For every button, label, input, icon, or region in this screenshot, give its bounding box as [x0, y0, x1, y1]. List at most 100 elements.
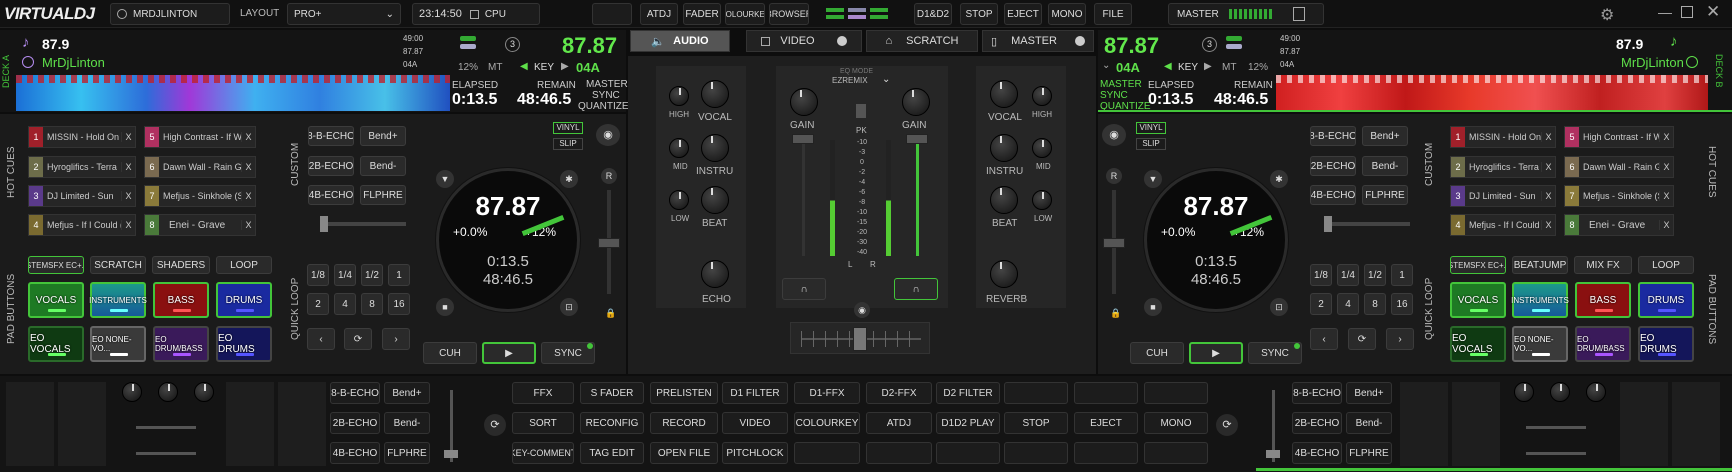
- hot-cue-1-b[interactable]: 1 MISSIN - Hold On X: [1450, 126, 1556, 148]
- deck-a-cue-button[interactable]: CUH: [423, 342, 477, 364]
- colourkey-bottom-button[interactable]: COLOURKEY: [794, 412, 860, 434]
- pad-eo-vocals[interactable]: EO VOCALS: [28, 326, 84, 362]
- blank-button-r3f[interactable]: [1144, 442, 1208, 464]
- tab-video[interactable]: VIDEO: [746, 30, 862, 52]
- bottom-bend-minus[interactable]: Bend-: [384, 412, 430, 434]
- deck-a-mid-knob[interactable]: [669, 138, 689, 158]
- master-toggle-icon[interactable]: [1074, 36, 1085, 46]
- browser-button[interactable]: BROWSER: [769, 3, 809, 25]
- bottom-knob-1[interactable]: [122, 382, 142, 402]
- mono-bottom-button[interactable]: MONO: [1144, 412, 1208, 434]
- echo-8b-button[interactable]: 8-B-ECHO: [308, 126, 354, 146]
- deck-b-volume-fader[interactable]: [906, 134, 928, 144]
- loop-16-b[interactable]: 16: [1391, 293, 1413, 315]
- pad-instruments-b[interactable]: INSTRUMENTS: [1511, 282, 1569, 318]
- crossfader-eye-icon[interactable]: ◉: [854, 302, 870, 318]
- bottom-bend-minus-b[interactable]: Bend-: [1346, 412, 1392, 434]
- pad-eo-drumbass-b[interactable]: EO DRUM/BASS: [1575, 326, 1631, 362]
- pad-vocals[interactable]: VOCALS: [28, 282, 84, 318]
- deck-a-volume-fader[interactable]: [792, 134, 814, 144]
- echo-4b-button[interactable]: 4B-ECHO: [308, 185, 354, 205]
- deck-b-slip-toggle[interactable]: SLIP: [1136, 138, 1166, 150]
- deck-select-indicator[interactable]: [826, 6, 906, 22]
- open-file-button[interactable]: OPEN FILE: [650, 442, 718, 464]
- close-icon[interactable]: X: [241, 220, 255, 230]
- deck-b-instru-knob[interactable]: [990, 134, 1018, 162]
- close-icon[interactable]: X: [121, 220, 135, 230]
- deck-a-pitch-fader[interactable]: [598, 238, 620, 248]
- minimize-icon[interactable]: —: [1658, 4, 1672, 20]
- filter-icon[interactable]: ▼: [436, 170, 454, 188]
- atdj-button[interactable]: ATDJ: [640, 3, 678, 25]
- deck-a-echo-knob[interactable]: [701, 260, 729, 288]
- blank-button-r1b[interactable]: [1074, 382, 1138, 404]
- pad-page-beatjump[interactable]: BEATJUMP: [1512, 256, 1568, 274]
- bottom-slider-2[interactable]: [136, 452, 196, 455]
- close-icon[interactable]: X: [1659, 132, 1673, 142]
- d1d2-play-button[interactable]: D1D2 PLAY: [936, 412, 1000, 434]
- custom-slider-b[interactable]: [1324, 216, 1410, 232]
- pad-drums-b[interactable]: DRUMS: [1638, 282, 1694, 318]
- bottom-echo-8b[interactable]: 8-B-ECHO: [330, 382, 380, 404]
- master-headphone-icon[interactable]: [856, 104, 866, 118]
- bottom-volume-slider[interactable]: [444, 390, 458, 462]
- d1-ffx-button[interactable]: D1-FFX: [794, 382, 860, 404]
- deck-a-sync-flag[interactable]: SYNC: [592, 90, 620, 101]
- loop-double-button-b[interactable]: ›: [1386, 328, 1414, 350]
- tab-scratch[interactable]: ⌂ SCRATCH: [866, 30, 978, 52]
- pad-page-select[interactable]: STEMSFX EC+..: [28, 256, 84, 274]
- filter-icon[interactable]: ▼: [1144, 170, 1162, 188]
- deck-a-key-down[interactable]: ◀: [520, 61, 528, 72]
- chevron-down-icon[interactable]: ⌄: [882, 74, 890, 85]
- deck-b-play-button[interactable]: ▶: [1189, 342, 1243, 364]
- pad-page-select-b[interactable]: STEMSFX EC+..: [1450, 256, 1506, 274]
- blank-button-r1a[interactable]: [1004, 382, 1068, 404]
- bottom-bend-plus-b[interactable]: Bend+: [1346, 382, 1392, 404]
- echo-2b-button[interactable]: 2B-ECHO: [308, 156, 354, 176]
- d2-filter-button[interactable]: D2 FILTER: [936, 382, 1000, 404]
- deck-a-jog-wheel[interactable]: 87.87 +0.0% +12% 0:13.5 48:46.5: [436, 168, 580, 312]
- blank-button-r3d[interactable]: [1004, 442, 1068, 464]
- bend-minus-button[interactable]: Bend-: [360, 156, 406, 176]
- close-icon[interactable]: X: [241, 162, 255, 172]
- blank-button-r3c[interactable]: [936, 442, 1000, 464]
- bottom-flphre[interactable]: FLPHRE: [384, 442, 430, 464]
- pad-bass[interactable]: BASS: [153, 282, 209, 318]
- loop-8-b[interactable]: 8: [1364, 293, 1386, 315]
- stop-square-icon[interactable]: ■: [436, 298, 454, 316]
- blank-top-button[interactable]: [592, 3, 632, 25]
- deck-b-low-knob[interactable]: [1032, 190, 1052, 210]
- deck-b-reverb-knob[interactable]: [990, 260, 1018, 288]
- gear-icon[interactable]: ⚙: [1600, 5, 1614, 25]
- deck-b-key-up[interactable]: ▶: [1204, 61, 1212, 72]
- bottom-knob-4[interactable]: [1514, 382, 1534, 402]
- blank-button-r1c[interactable]: [1144, 382, 1208, 404]
- hot-cue-4-b[interactable]: 4 Mefjus - If I Could (...X: [1450, 214, 1556, 236]
- reconfig-button[interactable]: RECONFIG: [580, 412, 644, 434]
- pad-eo-drums[interactable]: EO DRUMS: [216, 326, 272, 362]
- loop-16[interactable]: 16: [388, 293, 410, 315]
- deck-a-master-flag[interactable]: MASTER: [586, 79, 628, 90]
- deck-a-pitch-reset[interactable]: R: [601, 168, 617, 184]
- d2-ffx-button[interactable]: D2-FFX: [866, 382, 932, 404]
- close-icon[interactable]: X: [1659, 220, 1673, 230]
- bottom-knob-3[interactable]: [194, 382, 214, 402]
- loop-1-4-b[interactable]: 1/4: [1337, 264, 1359, 286]
- loop-double-button[interactable]: ›: [382, 328, 410, 350]
- pad-instruments[interactable]: INSTRUMENTS: [89, 282, 147, 318]
- prelisten-button[interactable]: PRELISTEN: [650, 382, 718, 404]
- deck-b-vocal-knob[interactable]: [990, 80, 1018, 108]
- deck-b-key-dropdown-icon[interactable]: ⌄: [1102, 60, 1110, 71]
- deck-b-vinyl-toggle[interactable]: VINYL: [1136, 122, 1166, 134]
- deck-a-play-button[interactable]: ▶: [482, 342, 536, 364]
- stop-bottom-button[interactable]: STOP: [1004, 412, 1068, 434]
- loop-1-2[interactable]: 1/2: [361, 264, 383, 286]
- flphre-button[interactable]: FLPHRE: [360, 185, 406, 205]
- deck-b-gain-knob[interactable]: [902, 88, 930, 116]
- bottom-bend-plus[interactable]: Bend+: [384, 382, 430, 404]
- tag-edit-button[interactable]: TAG EDIT: [580, 442, 644, 464]
- bottom-knob-6[interactable]: [1586, 382, 1606, 402]
- eject-bottom-button[interactable]: EJECT: [1074, 412, 1138, 434]
- s-fader-button[interactable]: S FADER: [580, 382, 644, 404]
- user-account-button[interactable]: MRDJLINTON: [110, 3, 230, 25]
